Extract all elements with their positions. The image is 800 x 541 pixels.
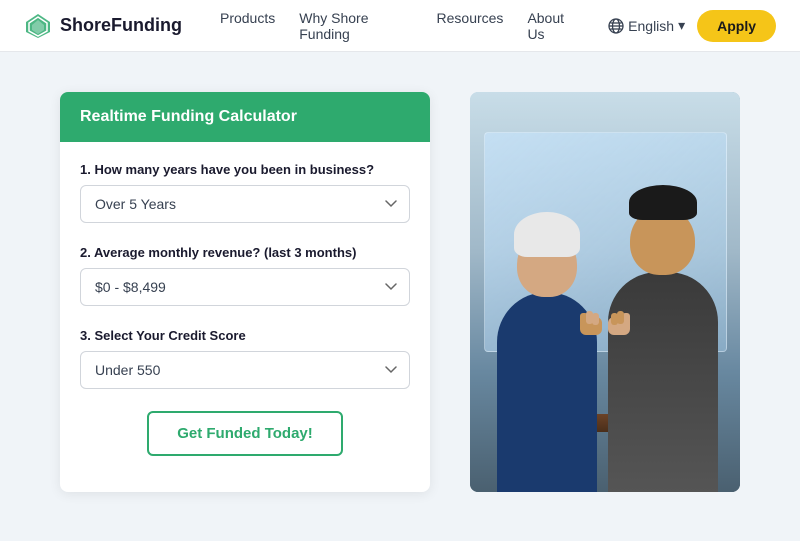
fist-bump [575, 305, 635, 352]
nav-link-why[interactable]: Why Shore Funding [299, 10, 412, 42]
years-label: 1. How many years have you been in busin… [80, 162, 410, 177]
nav-link-resources[interactable]: Resources [437, 10, 504, 42]
nav-right: English ▾ Apply [608, 10, 776, 42]
nav-links: Products Why Shore Funding Resources Abo… [220, 10, 580, 42]
years-select[interactable]: Less than 1 Year 1-2 Years 2-3 Years 3-5… [80, 185, 410, 223]
logo-text: ShoreFunding [60, 15, 182, 36]
woman-head [517, 232, 577, 297]
scene-background [470, 92, 740, 492]
form-group-revenue: 2. Average monthly revenue? (last 3 mont… [80, 245, 410, 306]
revenue-label: 2. Average monthly revenue? (last 3 mont… [80, 245, 410, 260]
calc-header-title: Realtime Funding Calculator [80, 108, 297, 125]
logo-icon [24, 12, 52, 40]
man-head [630, 207, 695, 275]
calculator-card: Realtime Funding Calculator 1. How many … [60, 92, 430, 492]
logo[interactable]: ShoreFunding [24, 12, 182, 40]
credit-select[interactable]: Under 550 550-599 600-649 650-699 700+ [80, 351, 410, 389]
calc-header: Realtime Funding Calculator [60, 92, 430, 142]
hero-image [470, 92, 740, 492]
form-group-years: 1. How many years have you been in busin… [80, 162, 410, 223]
nav-link-about[interactable]: About Us [527, 10, 580, 42]
calc-body: 1. How many years have you been in busin… [60, 142, 430, 480]
revenue-select[interactable]: $0 - $8,499 $8,500 - $16,999 $17,000 - $… [80, 268, 410, 306]
woman-hair [514, 212, 580, 257]
apply-button[interactable]: Apply [697, 10, 776, 42]
language-selector[interactable]: English ▾ [608, 17, 685, 34]
nav-link-products[interactable]: Products [220, 10, 275, 42]
navigation: ShoreFunding Products Why Shore Funding … [0, 0, 800, 52]
form-group-credit: 3. Select Your Credit Score Under 550 55… [80, 328, 410, 389]
credit-label: 3. Select Your Credit Score [80, 328, 410, 343]
globe-icon [608, 18, 624, 34]
man-hair [629, 185, 697, 220]
get-funded-button[interactable]: Get Funded Today! [147, 411, 343, 456]
chevron-down-icon: ▾ [678, 17, 685, 34]
language-label: English [628, 18, 674, 34]
main-content: Realtime Funding Calculator 1. How many … [0, 52, 800, 532]
